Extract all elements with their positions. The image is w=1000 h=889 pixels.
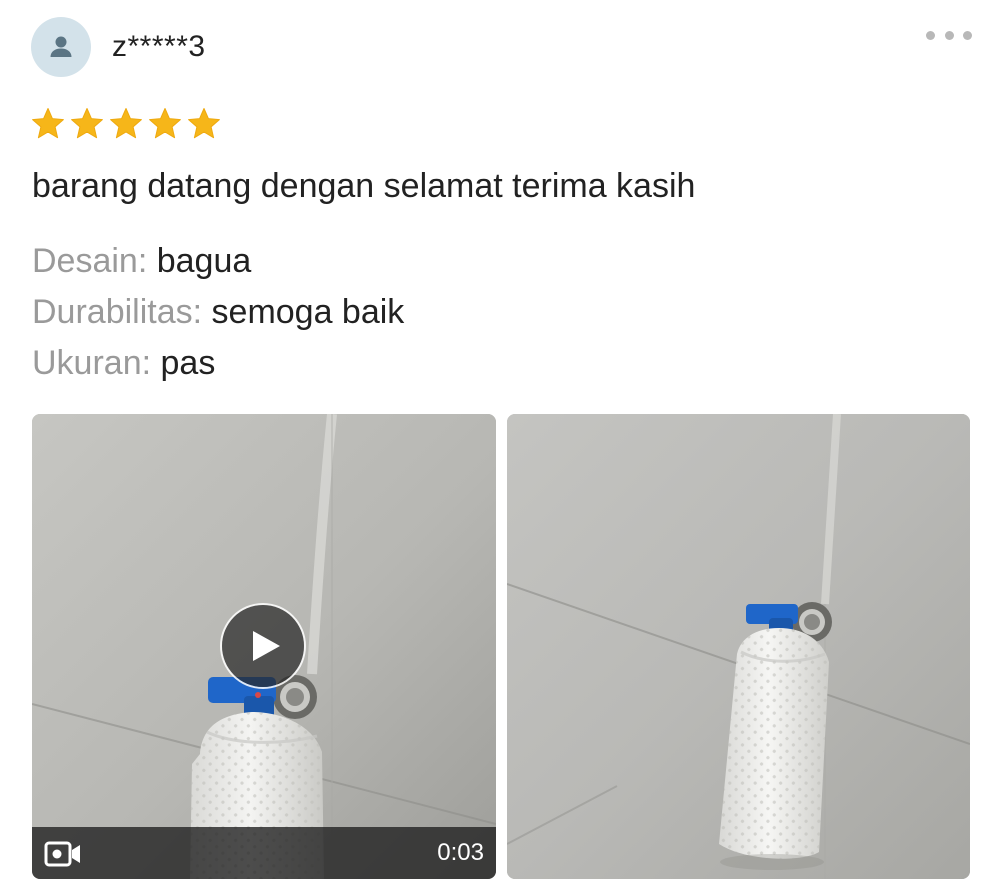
review-card: z*****3 barang datang dengan selamat ter… [0,0,1000,889]
star-icon [108,106,144,142]
star-icon [147,106,183,142]
review-photo-image [507,414,970,879]
more-options-button[interactable] [924,20,974,50]
star-icon [30,106,66,142]
attribute-label: Ukuran: [32,344,152,382]
attribute-value: bagua [156,242,252,280]
star-icon [186,106,222,142]
star-rating [30,106,222,142]
review-video-thumbnail[interactable]: 0:03 [32,414,496,879]
attribute-row: Desain: bagua [32,236,404,287]
attribute-value: semoga baik [211,293,405,331]
user-icon [50,36,72,57]
attribute-row: Durabilitas: semoga baik [32,287,404,338]
review-text: barang datang dengan selamat terima kasi… [32,167,696,205]
review-attributes: Desain: bagua Durabilitas: semoga baik U… [32,236,404,389]
review-photo-thumbnail[interactable] [507,414,970,879]
avatar[interactable] [31,17,91,77]
star-icon [69,106,105,142]
attribute-label: Durabilitas: [32,293,203,331]
attribute-row: Ukuran: pas [32,338,404,389]
more-horizontal-icon [926,30,935,40]
play-icon [253,631,280,661]
video-camera-icon [44,841,80,867]
reviewer-name: z*****3 [112,30,206,63]
play-video-button[interactable] [222,605,304,687]
video-info-bar: 0:03 [32,827,496,879]
attribute-value: pas [160,344,216,382]
video-duration: 0:03 [437,839,484,866]
attribute-label: Desain: [32,242,148,280]
